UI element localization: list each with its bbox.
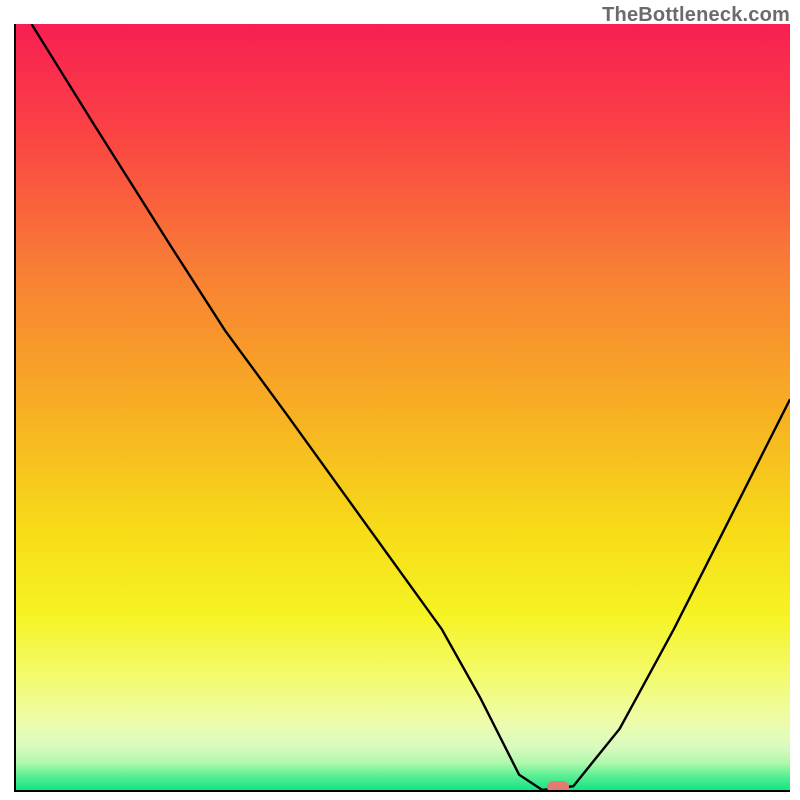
optimum-marker bbox=[547, 781, 569, 792]
plot-area bbox=[14, 24, 790, 792]
bottleneck-curve bbox=[32, 24, 791, 790]
watermark-text: TheBottleneck.com bbox=[602, 4, 790, 27]
bottleneck-chart: TheBottleneck.com bbox=[0, 0, 800, 800]
curve-layer bbox=[16, 24, 790, 790]
